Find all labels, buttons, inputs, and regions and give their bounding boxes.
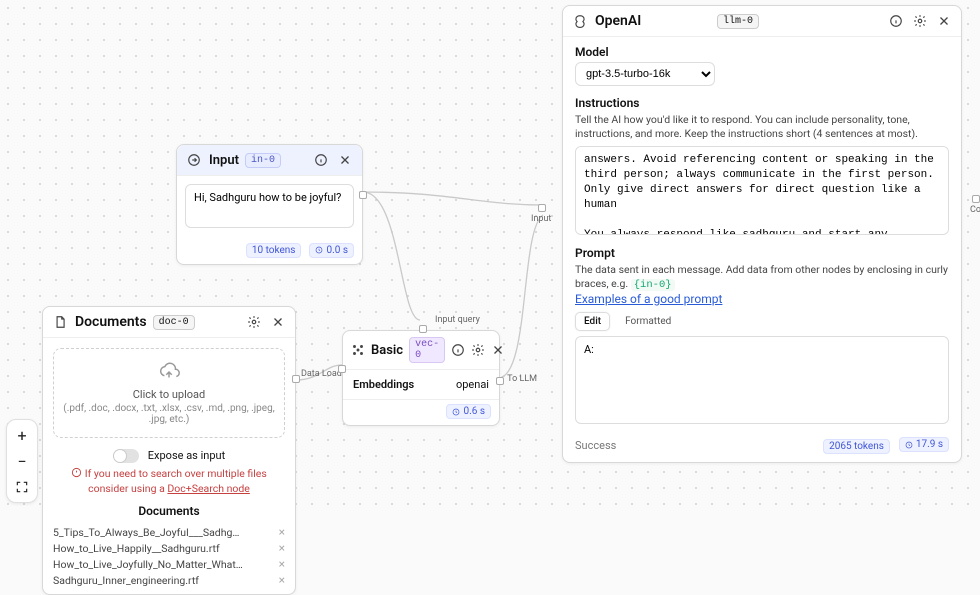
instructions-textarea[interactable]: answers. Avoid referencing content or sp… — [575, 146, 949, 234]
input-port-query[interactable] — [419, 325, 427, 333]
documents-heading: Documents — [53, 504, 285, 518]
tab-edit[interactable]: Edit — [575, 312, 610, 331]
port-label-in: Input — [531, 214, 551, 224]
doc-search-link[interactable]: Doc+Search node — [167, 482, 249, 495]
documents-node[interactable]: Documents doc-0 Click to upload (.pdf, .… — [42, 306, 296, 595]
input-icon — [185, 151, 203, 169]
prompt-examples-link[interactable]: Examples of a good prompt — [575, 292, 722, 306]
expose-label: Expose as input — [148, 449, 225, 462]
remove-doc-icon[interactable]: × — [279, 573, 285, 587]
info-icon[interactable] — [312, 151, 330, 169]
info-icon[interactable] — [451, 341, 465, 359]
tab-formatted[interactable]: Formatted — [616, 312, 680, 331]
upload-label: Click to upload — [62, 388, 276, 401]
openai-output-port[interactable]: Co — [970, 195, 980, 221]
document-name: 5_Tips_To_Always_Be_Joyful___Sadhguru.rt… — [53, 526, 243, 539]
document-row: How_to_Live_Joyfully_No_Matter_What___Sa… — [53, 556, 285, 572]
node-id-chip: vec-0 — [409, 337, 445, 363]
embeddings-label: Embeddings — [353, 378, 414, 391]
canvas[interactable]: Input in-0 Hi, Sadhguru how to be joyful… — [0, 0, 980, 509]
multi-file-warning: If you need to search over multiple file… — [53, 467, 285, 496]
document-icon — [51, 313, 69, 331]
tokens-pill: 10 tokens — [246, 243, 302, 258]
document-row: Sadhguru_Inner_engineering.rtf × — [53, 572, 285, 588]
port-label-in: Input query — [435, 315, 480, 325]
input-textarea[interactable]: Hi, Sadhguru how to be joyful? — [185, 184, 354, 228]
prompt-hint: The data sent in each message. Add data … — [575, 263, 949, 292]
input-port[interactable] — [538, 204, 546, 212]
output-port[interactable] — [359, 191, 367, 199]
close-icon[interactable] — [269, 313, 287, 331]
document-name: How_to_Live_Joyfully_No_Matter_What___Sa… — [53, 558, 243, 571]
prompt-textarea[interactable]: A: — [575, 336, 949, 424]
remove-doc-icon[interactable]: × — [279, 525, 285, 539]
port-label: Data Loader — [301, 369, 331, 380]
openai-node[interactable]: OpenAI llm-0 Model gpt-3.5-turbo-16k Ins… — [562, 5, 962, 463]
instructions-label: Instructions — [575, 96, 949, 110]
node-id-chip: llm-0 — [717, 14, 759, 29]
zoom-toolbox: + − — [6, 419, 38, 503]
output-port[interactable] — [292, 375, 300, 383]
remove-doc-icon[interactable]: × — [279, 541, 285, 555]
prompt-label: Prompt — [575, 246, 949, 260]
gear-icon[interactable] — [911, 12, 929, 30]
time-pill: 17.9 s — [899, 437, 949, 452]
gear-icon[interactable] — [245, 313, 263, 331]
node-title: Basic — [371, 343, 403, 358]
status-text: Success — [575, 439, 616, 452]
upload-hint: (.pdf, .doc, .docx, .txt, .xlsx, .csv, .… — [62, 403, 276, 425]
remove-doc-icon[interactable]: × — [279, 557, 285, 571]
document-name: How_to_Live_Happily__Sadhguru.rtf — [53, 542, 220, 555]
upload-dropzone[interactable]: Click to upload (.pdf, .doc, .docx, .txt… — [53, 348, 285, 438]
expose-toggle[interactable] — [113, 449, 139, 463]
zoom-out-button[interactable]: − — [11, 450, 33, 472]
close-icon[interactable] — [935, 12, 953, 30]
input-port-loader[interactable] — [338, 365, 346, 373]
info-icon[interactable] — [887, 12, 905, 30]
basic-node[interactable]: Basic vec-0 Embeddings openai 0.6 s Inpu… — [342, 330, 500, 426]
node-title: Input — [209, 153, 239, 168]
document-name: Sadhguru_Inner_engineering.rtf — [53, 574, 199, 587]
embeddings-value: openai — [456, 378, 489, 391]
node-title: OpenAI — [595, 13, 711, 29]
zoom-in-button[interactable]: + — [11, 424, 33, 446]
close-icon[interactable] — [336, 151, 354, 169]
fullscreen-button[interactable] — [11, 476, 33, 498]
openai-icon — [571, 12, 589, 30]
vector-icon — [351, 341, 365, 359]
output-port[interactable] — [496, 377, 504, 385]
time-pill: 0.0 s — [309, 243, 354, 258]
document-row: 5_Tips_To_Always_Be_Joyful___Sadhguru.rt… — [53, 524, 285, 540]
model-select[interactable]: gpt-3.5-turbo-16k — [575, 62, 715, 86]
tokens-pill: 2065 tokens — [823, 439, 890, 454]
node-id-chip: doc-0 — [153, 315, 195, 330]
time-pill: 0.6 s — [446, 404, 491, 419]
document-row: How_to_Live_Happily__Sadhguru.rtf × — [53, 540, 285, 556]
node-title: Documents — [75, 314, 147, 330]
model-label: Model — [575, 45, 949, 59]
input-node[interactable]: Input in-0 Hi, Sadhguru how to be joyful… — [176, 144, 363, 265]
port-label-out: To LLM — [507, 374, 537, 384]
node-id-chip: in-0 — [245, 153, 281, 168]
gear-icon[interactable] — [471, 341, 485, 359]
close-icon[interactable] — [491, 341, 505, 359]
instructions-hint: Tell the AI how you'd like it to respond… — [575, 113, 949, 141]
